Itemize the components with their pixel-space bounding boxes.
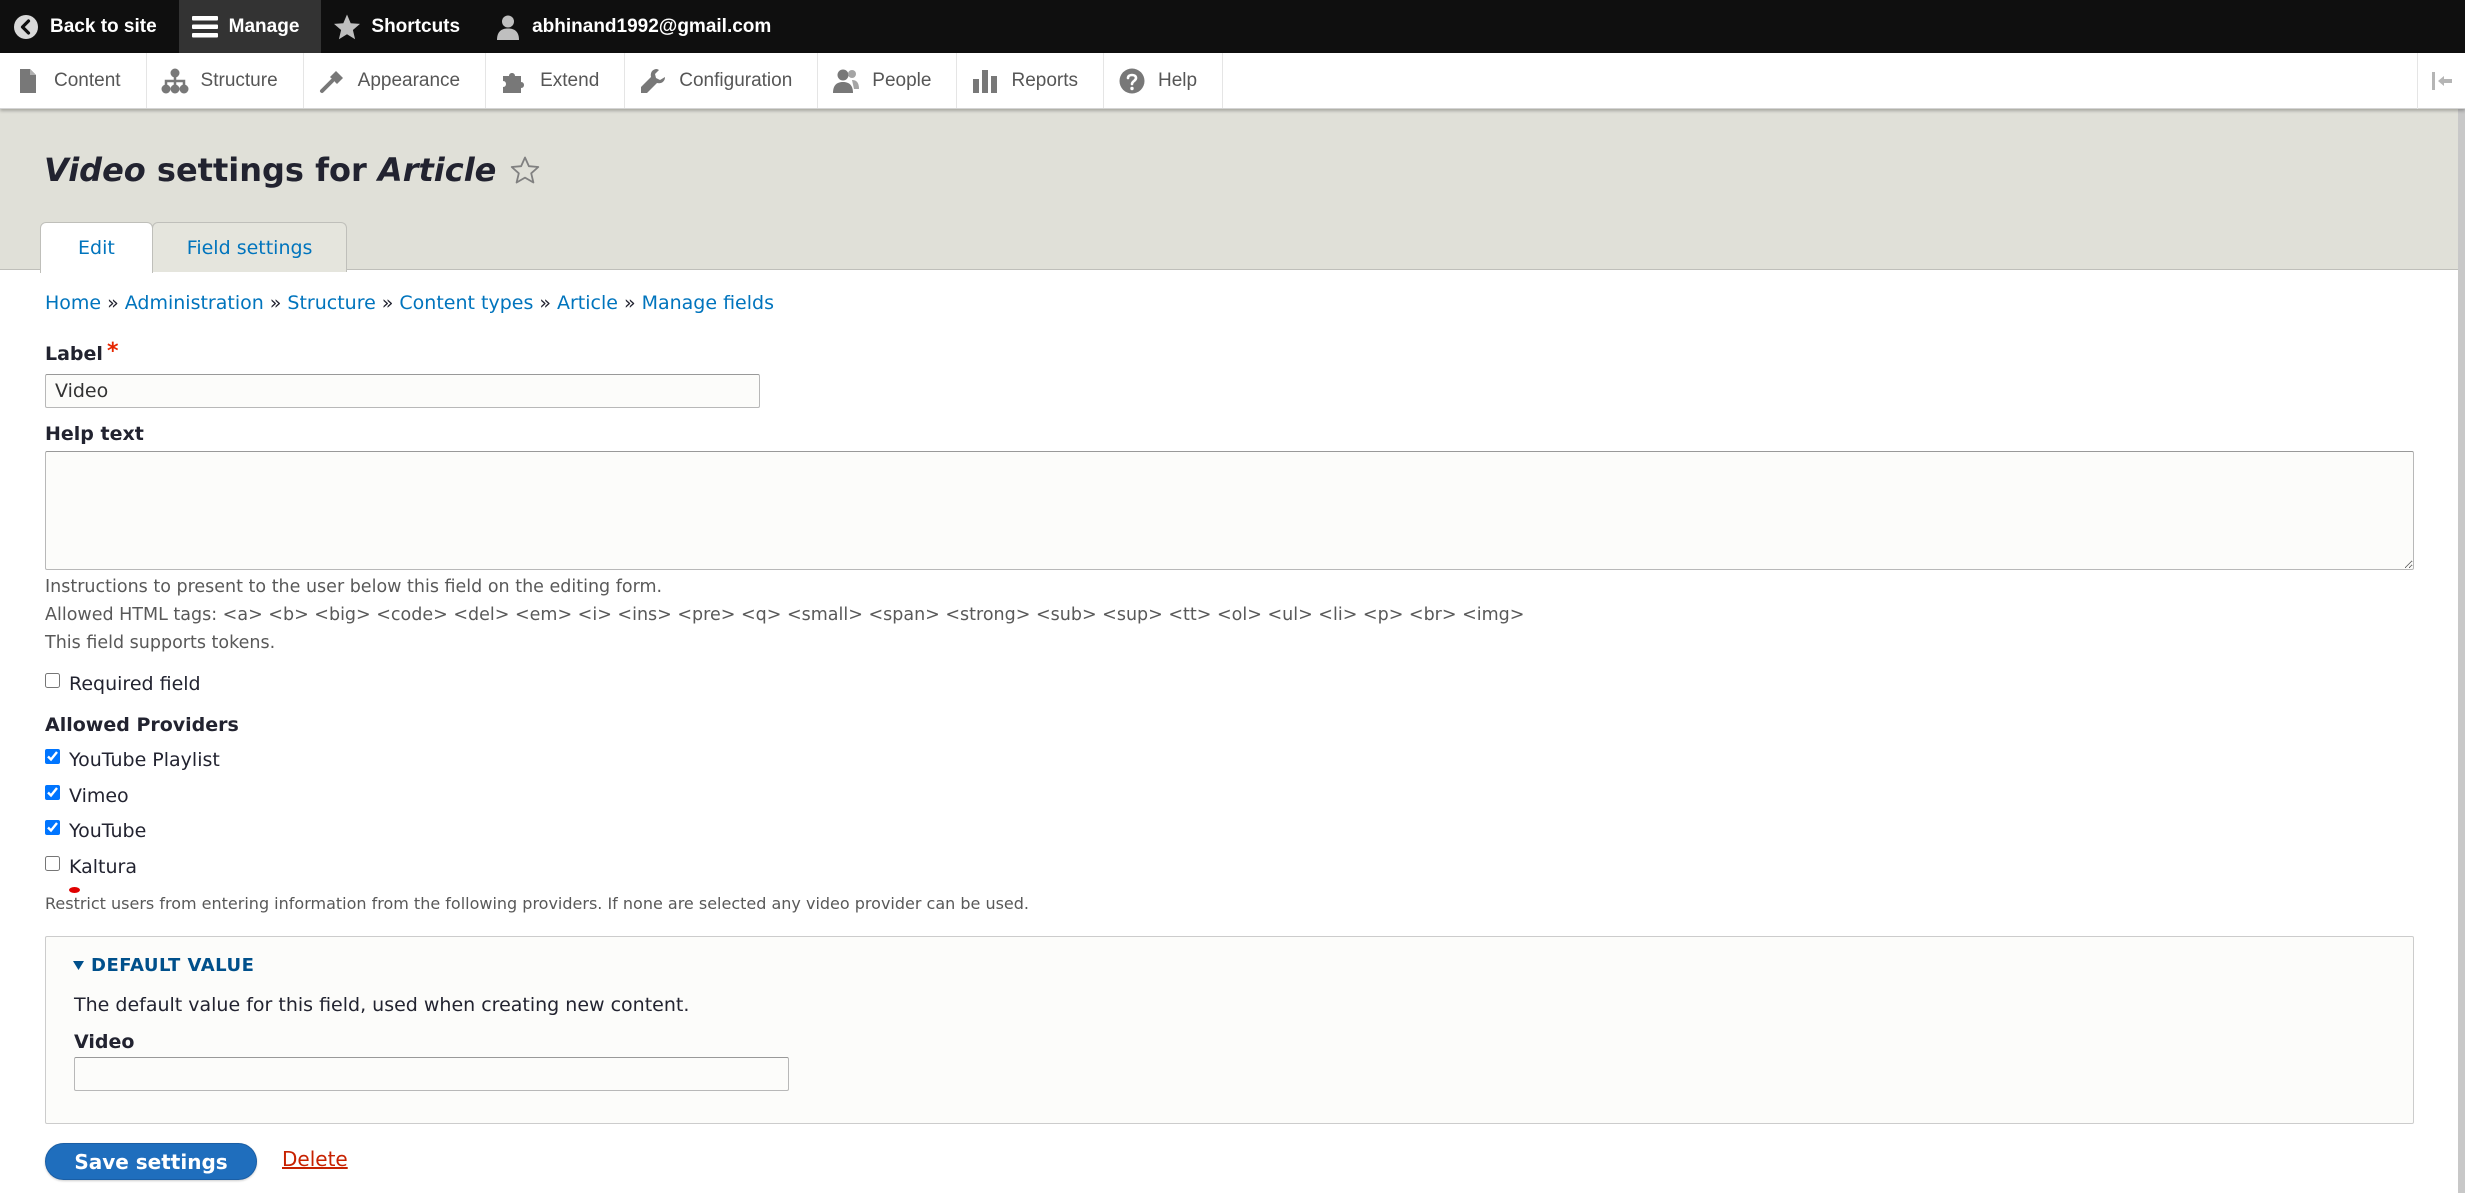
page-scrollbar[interactable] [2458,109,2465,1193]
default-video-input[interactable] [74,1057,789,1091]
breadcrumb-article[interactable]: Article [557,292,618,314]
provider-youtube-checkbox[interactable] [45,819,60,835]
default-video-label: Video [74,1031,135,1053]
required-asterisk-icon: * [106,339,119,364]
tray-item-help[interactable]: Help [1104,53,1224,108]
file-icon [14,67,42,95]
required-field-label: Required field [69,673,201,695]
allowed-html-tags-description: Allowed HTML tags: <a> <b> <big> <code> … [45,605,1525,625]
tray-item-configuration[interactable]: Configuration [625,53,819,108]
provider-kaltura-checkbox[interactable] [45,855,60,871]
tab-field-settings[interactable]: Field settings [151,222,348,272]
tab-edit[interactable]: Edit [40,222,153,273]
delete-link[interactable]: Delete [282,1147,348,1171]
breadcrumb-content-types[interactable]: Content types [399,292,533,314]
page-title-field: Video [44,151,146,189]
help-text-textarea[interactable] [45,451,2414,570]
primary-tabs: Edit Field settings [40,221,348,273]
user-icon [494,13,522,41]
tray-item-reports[interactable]: Reports [957,53,1104,108]
admin-toolbar: Back to site Manage Shortcuts abhinand19… [0,0,2465,53]
tray-item-appearance[interactable]: Appearance [304,53,487,108]
save-settings-button[interactable]: Save settings [45,1143,257,1180]
back-to-site-label: Back to site [50,15,157,37]
cursor-marker [69,887,80,893]
help-icon [1118,67,1146,95]
providers-description: Restrict users from entering information… [45,894,1029,913]
tray-item-label: People [872,69,932,91]
tray-orientation-toggle[interactable] [2417,53,2465,109]
hamburger-menu-icon [191,13,219,41]
provider-option-youtube[interactable]: YouTube [45,819,146,842]
label-field-title: Label * [45,339,119,365]
default-value-description: The default value for this field, used w… [74,994,690,1016]
page-title: Video settings for Article [44,151,540,189]
page-title-mid: settings for [145,151,378,189]
wrench-icon [639,67,667,95]
people-icon [832,67,860,95]
tray-item-label: Extend [540,69,600,91]
tray-item-label: Structure [200,69,278,91]
tray-item-structure[interactable]: Structure [147,53,304,108]
allowed-providers-title: Allowed Providers [45,714,239,736]
user-email-label: abhinand1992@gmail.com [532,15,772,37]
add-shortcut-star-icon[interactable] [510,155,540,185]
puzzle-icon [500,67,528,95]
tray-item-label: Help [1158,69,1198,91]
breadcrumb-structure[interactable]: Structure [287,292,375,314]
user-account-tab[interactable]: abhinand1992@gmail.com [482,0,793,53]
breadcrumb: Home» Administration» Structure» Content ty… [45,292,774,314]
back-to-site-link[interactable]: Back to site [0,0,179,53]
shortcuts-tab[interactable]: Shortcuts [321,0,482,53]
tokens-description: This field supports tokens. [45,633,276,653]
default-value-toggle[interactable]: DEFAULT VALUE [72,955,254,976]
help-text-description: Instructions to present to the user belo… [45,577,663,597]
tray-item-content[interactable]: Content [0,53,147,108]
tray-item-label: Appearance [357,69,461,91]
provider-option-vimeo[interactable]: Vimeo [45,784,129,807]
provider-option-youtube-playlist[interactable]: YouTube Playlist [45,748,220,771]
breadcrumb-administration[interactable]: Administration [125,292,264,314]
star-icon [333,13,361,41]
help-text-title: Help text [45,423,144,445]
breadcrumb-manage-fields[interactable]: Manage fields [642,292,774,314]
bar-chart-icon [971,67,999,95]
triangle-down-icon [72,959,85,972]
manage-label: Manage [228,15,300,37]
tray-item-label: Configuration [679,69,793,91]
tray-item-label: Reports [1011,69,1078,91]
sitemap-icon [161,67,189,95]
provider-option-kaltura[interactable]: Kaltura [45,855,137,878]
default-value-fieldset: DEFAULT VALUE The default value for this… [45,936,2414,1124]
admin-menu-tray: Content Structure Appearance Extend Conf… [0,53,2465,109]
collapse-tray-icon [2431,72,2452,90]
required-field-row[interactable]: Required field [45,672,201,695]
manage-tab[interactable]: Manage [178,0,322,53]
page-title-bundle: Article [377,151,497,189]
tray-item-label: Content [54,69,121,91]
brush-icon [318,67,346,95]
back-arrow-icon [12,13,40,41]
tray-item-extend[interactable]: Extend [486,53,626,108]
provider-vimeo-checkbox[interactable] [45,784,60,800]
page-header-region: Video settings for Article Edit Field se… [0,109,2458,273]
scrollbar-thumb[interactable] [2458,109,2465,1193]
tray-item-people[interactable]: People [818,53,958,108]
required-field-checkbox[interactable] [45,672,60,688]
breadcrumb-home[interactable]: Home [45,292,101,314]
shortcuts-label: Shortcuts [371,15,461,37]
label-input[interactable] [45,374,760,408]
provider-youtube-playlist-checkbox[interactable] [45,748,60,764]
